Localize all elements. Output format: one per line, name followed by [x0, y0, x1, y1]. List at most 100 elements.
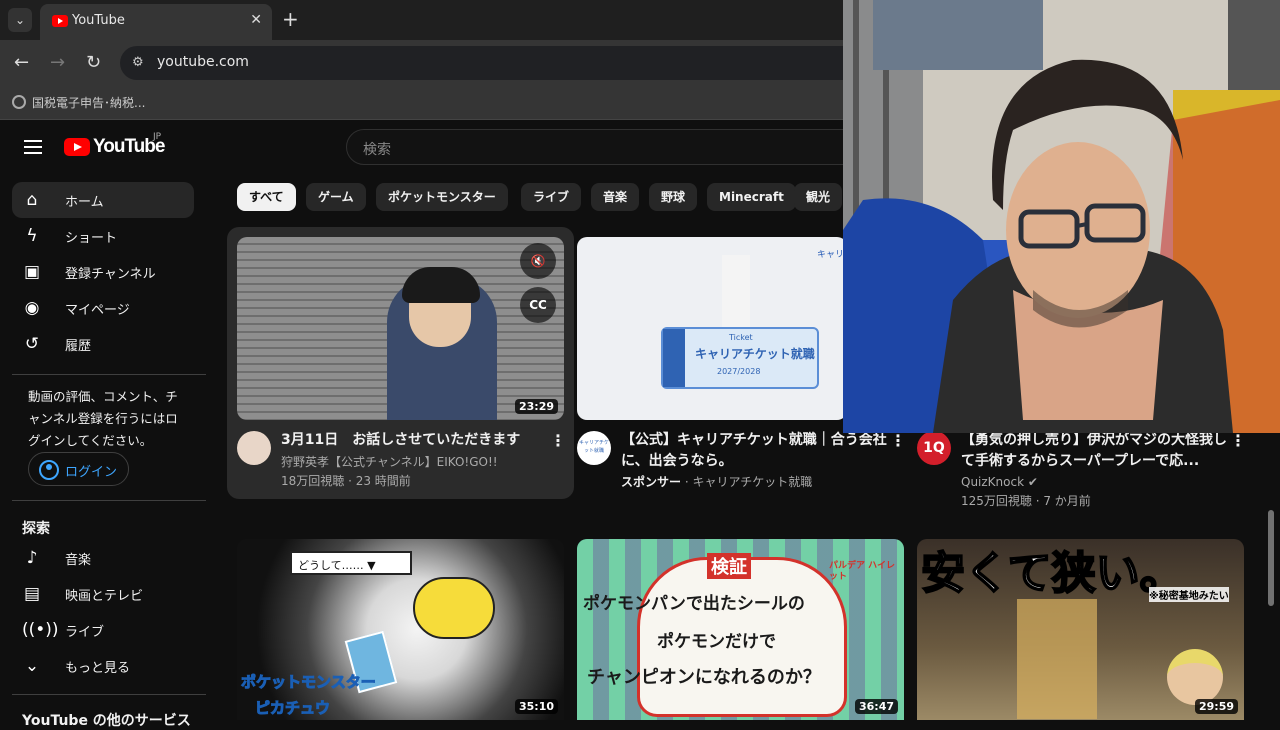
bookmark-label: 国税電子申告･納税... [32, 96, 146, 110]
channel-avatar[interactable]: 1Q [917, 431, 951, 465]
reload-icon[interactable]: ↻ [86, 52, 101, 73]
thumbnail-headline: 安くて狭い。 [920, 547, 1185, 600]
chip-minecraft[interactable]: Minecraft [707, 183, 796, 211]
sidebar-item-you[interactable]: ◉ マイページ [12, 290, 194, 326]
game-logo-text: パルデア ハイレット [829, 561, 895, 582]
divider [12, 374, 206, 375]
sidebar-item-more[interactable]: ⌄ もっと見る [12, 648, 194, 684]
tab-search-button[interactable]: ⌄ [8, 8, 32, 32]
video-thumbnail[interactable]: 安くて狭い。 ※秘密基地みたい 29:59 [917, 539, 1244, 720]
advertiser-avatar[interactable]: キャリアチケット就職 [577, 431, 611, 465]
video-meta: 125万回視聴 · 7 か月前 [961, 494, 1091, 508]
sidebar-item-label: 履歴 [65, 339, 92, 354]
music-icon: ♪ [26, 548, 38, 568]
sidebar-item-live[interactable]: ((•)) ライブ [12, 612, 194, 648]
globe-icon [12, 95, 26, 109]
sidebar-item-label: もっと見る [65, 661, 131, 676]
character-graphic [1167, 649, 1223, 705]
channel-name[interactable]: QuizKnock ✔ [961, 472, 1038, 492]
pokemon-logo: ポケットモンスター [241, 673, 377, 692]
address-bar[interactable]: ⚙ youtube.com [120, 46, 860, 80]
sidebar-item-history[interactable]: ↺ 履歴 [12, 326, 194, 362]
webcam-overlay [843, 0, 1280, 433]
video-duration: 36:47 [854, 699, 898, 714]
divider [12, 500, 206, 501]
shorts-icon: ϟ [26, 226, 38, 246]
sidebar-item-label: マイページ [65, 303, 130, 318]
search-input[interactable]: 検索 [346, 129, 846, 165]
webcam-image [843, 0, 1280, 433]
ticket-title: キャリアチケット就職 [695, 347, 815, 361]
speech-bubble-text: どうして…… [298, 559, 364, 572]
video-duration: 29:59 [1194, 699, 1238, 714]
sidebar-item-movies[interactable]: ▤ 映画とテレビ [12, 576, 194, 612]
sponsor-label: スポンサー [621, 475, 682, 489]
back-arrow-icon[interactable]: ← [14, 52, 29, 73]
video-thumbnail[interactable]: どうして…… ▼ ポケットモンスター ピカチュウ 35:10 [237, 539, 564, 720]
more-options-icon[interactable]: ⋮ [1230, 433, 1246, 449]
you-icon: ◉ [24, 298, 40, 318]
forward-arrow-icon[interactable]: → [50, 52, 65, 73]
chip-all[interactable]: すべて [237, 183, 296, 211]
youtube-play-icon [64, 138, 90, 156]
youtube-favicon-icon [52, 15, 68, 27]
sidebar-item-label: 登録チャンネル [65, 267, 156, 282]
verify-label: 検証 [707, 553, 751, 579]
video-duration: 23:29 [514, 399, 558, 414]
video-title[interactable]: 【勇気の押し売り】伊沢がマジの大怪我して手術するからスーパープレーで応... [961, 430, 1227, 472]
sidebar-item-subscriptions[interactable]: ▣ 登録チャンネル [12, 254, 194, 290]
logo-region: JP [153, 132, 162, 142]
ad-thumbnail[interactable]: キャリア Ticket キャリアチケット就職 2027/2028 [577, 237, 847, 420]
subscriptions-icon: ▣ [23, 262, 41, 282]
more-services-title: YouTube の他のサービス [22, 713, 191, 729]
thumbnail-figure [722, 255, 750, 327]
verified-icon: ✔ [1027, 475, 1038, 489]
sidebar-item-label: 映画とテレビ [65, 589, 144, 604]
video-thumbnail[interactable]: 🔇 CC 23:29 [237, 237, 564, 420]
more-options-icon[interactable]: ⋮ [890, 433, 906, 449]
sidebar-item-label: ショート [65, 231, 118, 246]
bookmark-item[interactable]: 国税電子申告･納税... [12, 94, 145, 111]
ad-title[interactable]: 【公式】キャリアチケット就職｜合う会社に、出会うなら。 [621, 430, 887, 472]
chip-games[interactable]: ゲーム [306, 183, 366, 211]
channel-name[interactable]: 狩野英孝【公式チャンネル】EIKO!GO!! [281, 452, 498, 472]
video-title[interactable]: 3月11日 お話しさせていただきます [281, 430, 543, 451]
sidebar: ⌂ ホーム ϟ ショート ▣ 登録チャンネル ◉ マイページ ↺ 履歴 動画の評… [0, 176, 206, 729]
login-button[interactable]: ログイン [28, 452, 129, 486]
page-scrollbar[interactable] [1268, 510, 1274, 606]
url-text: youtube.com [157, 54, 249, 70]
video-thumbnail[interactable]: 検証 パルデア ハイレット ポケモンパンで出たシールの ポケモンだけで チャンピ… [577, 539, 904, 720]
site-settings-icon[interactable]: ⚙ [132, 55, 148, 71]
mute-icon[interactable]: 🔇 [520, 243, 556, 279]
channel-avatar[interactable] [237, 431, 271, 465]
sidebar-item-home[interactable]: ⌂ ホーム [12, 182, 194, 218]
signin-prompt: 動画の評価、コメント、チャンネル登録を行うにはログインしてください。 [28, 389, 178, 448]
new-tab-button[interactable]: + [282, 8, 299, 30]
movies-icon: ▤ [23, 584, 41, 604]
login-label: ログイン [65, 465, 118, 480]
ad-meta: スポンサー · キャリアチケット就職 [621, 475, 813, 489]
more-options-icon[interactable]: ⋮ [550, 433, 566, 449]
chip-baseball[interactable]: 野球 [649, 183, 698, 211]
sidebar-item-music[interactable]: ♪ 音楽 [12, 540, 194, 576]
divider [12, 694, 206, 695]
thumbnail-note: ※秘密基地みたい [1149, 587, 1229, 602]
advertiser-name[interactable]: キャリアチケット就職 [692, 475, 812, 489]
ticket-graphic: Ticket キャリアチケット就職 2027/2028 [661, 327, 819, 389]
chip-music[interactable]: 音楽 [591, 183, 640, 211]
chip-live[interactable]: ライブ [521, 183, 582, 211]
thumbnail-caption: ポケモンパンで出たシールの [583, 594, 805, 614]
channel-name-text: QuizKnock [961, 475, 1025, 489]
sidebar-item-shorts[interactable]: ϟ ショート [12, 218, 194, 254]
video-meta: 18万回視聴 · 23 時間前 [281, 474, 411, 488]
menu-icon[interactable] [24, 140, 42, 158]
live-icon: ((•)) [22, 620, 59, 640]
browser-tab[interactable]: YouTube ✕ [40, 4, 272, 40]
tab-close-icon[interactable]: ✕ [250, 12, 262, 28]
captions-icon[interactable]: CC [520, 287, 556, 323]
tab-title: YouTube [72, 13, 125, 28]
search-placeholder: 検索 [363, 142, 391, 158]
chip-pokemon[interactable]: ポケットモンスター [376, 183, 508, 211]
chip-tourism[interactable]: 観光 [794, 183, 843, 211]
pokemon-logo-sub: ピカチュウ [254, 699, 331, 718]
